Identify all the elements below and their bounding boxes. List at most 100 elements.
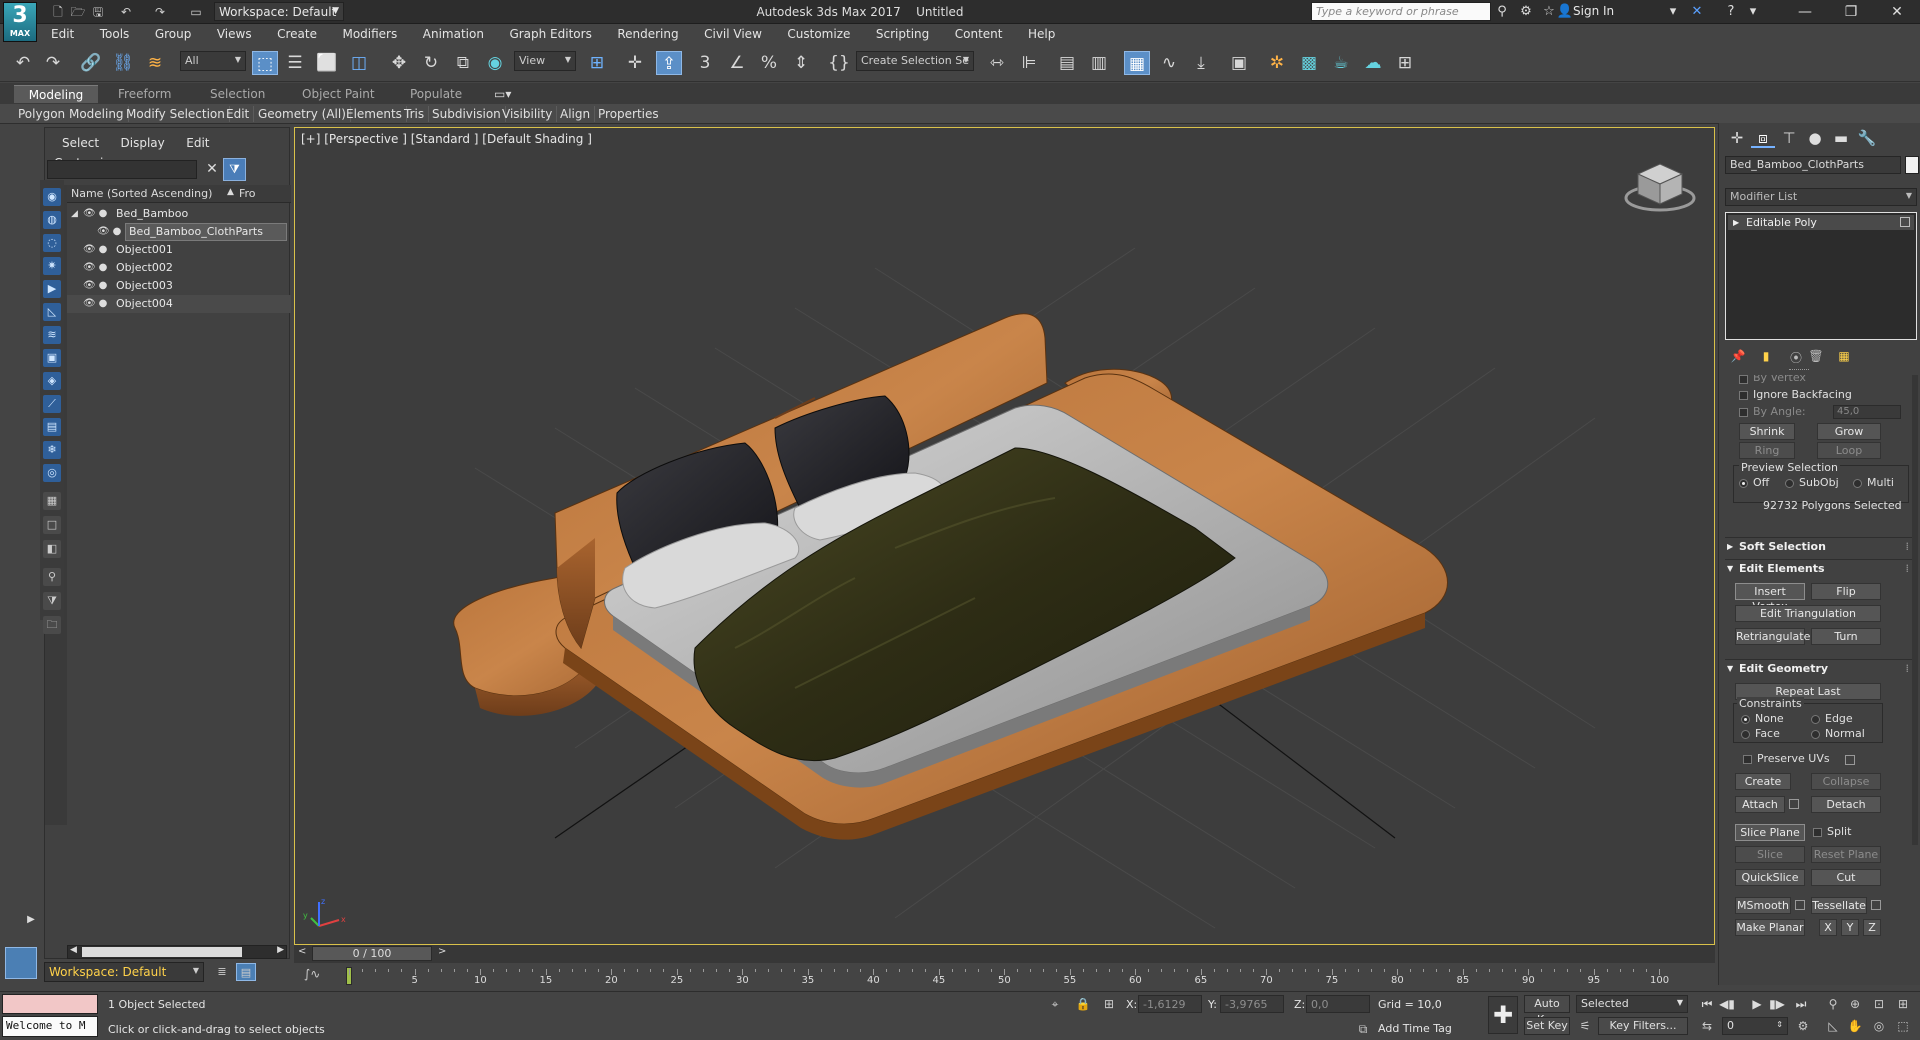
make-planar-button[interactable]: Make Planar: [1735, 919, 1805, 936]
key-mode-dropdown[interactable]: Selected ▼: [1576, 995, 1688, 1013]
maximize-viewport-icon[interactable]: ⬚: [1894, 1017, 1912, 1035]
scene-explorer-search-input[interactable]: [47, 160, 197, 179]
edit-elements-rollout[interactable]: ▼ Edit Elements ⁞: [1725, 559, 1913, 577]
previous-frame-icon[interactable]: <: [298, 946, 306, 957]
modifier-list-dropdown[interactable]: Modifier List ▼: [1725, 188, 1917, 206]
sign-in-button[interactable]: Sign In: [1573, 4, 1614, 18]
object-name-input[interactable]: Bed_Bamboo_ClothParts: [1725, 156, 1901, 174]
project-folder-icon[interactable]: ▭: [188, 4, 204, 20]
make-unique-icon[interactable]: ⦿: [1787, 349, 1805, 365]
preserve-uvs-settings-icon[interactable]: [1845, 755, 1855, 765]
place-icon[interactable]: ◉: [482, 51, 508, 75]
window-crossing-icon[interactable]: ◫: [346, 51, 372, 75]
viewcube-icon[interactable]: [1624, 158, 1696, 222]
make-planar-x-button[interactable]: X: [1819, 919, 1837, 936]
menu-customize[interactable]: Customize: [776, 24, 861, 44]
preserve-uvs-checkbox[interactable]: [1743, 755, 1752, 764]
toggle-ribbon-icon[interactable]: ▥: [1086, 51, 1112, 75]
panel-geometry-all[interactable]: Geometry (All): [254, 106, 351, 122]
track-bar[interactable]: ∫∿ 5 10 15 20 25 30 35 40 45 50 55 60 65 70 75 80 85 90 95…: [294, 963, 1715, 991]
tab-populate[interactable]: Populate: [398, 85, 474, 103]
menu-edit[interactable]: Edit: [40, 24, 85, 44]
display-tab-icon[interactable]: ▬: [1829, 128, 1853, 148]
shapes-filter-icon[interactable]: ◌: [43, 234, 61, 252]
a360-gallery-icon[interactable]: ⊞: [1392, 51, 1418, 75]
user-icon[interactable]: 👤: [1556, 4, 1574, 20]
scene-explorer-toggle-icon[interactable]: ▤: [236, 963, 256, 981]
reset-plane-button[interactable]: Reset Plane: [1811, 846, 1881, 863]
helpers-filter-icon[interactable]: ◺: [43, 303, 61, 321]
make-planar-y-button[interactable]: Y: [1841, 919, 1859, 936]
select-none-icon[interactable]: □: [43, 516, 61, 534]
tessellate-button[interactable]: Tessellate: [1811, 897, 1867, 914]
tab-object-paint[interactable]: Object Paint: [290, 85, 387, 103]
light-bulb-icon[interactable]: ●: [97, 277, 109, 295]
keyboard-shortcut-override-icon[interactable]: ⇪: [656, 51, 682, 75]
unlink-icon[interactable]: ⛓: [110, 51, 136, 75]
space-warps-filter-icon[interactable]: ≋: [43, 326, 61, 344]
ring-button[interactable]: Ring: [1739, 442, 1795, 459]
se-menu-display[interactable]: Display: [112, 133, 174, 153]
rectangle-selection-icon[interactable]: ⬜: [314, 51, 340, 75]
render-setup-icon[interactable]: ✲: [1264, 51, 1290, 75]
column-frozen[interactable]: Fro: [239, 187, 256, 200]
time-slider-thumb[interactable]: 0 / 100: [312, 946, 432, 961]
redo-icon[interactable]: ↷: [40, 51, 66, 75]
schematic-view-icon[interactable]: ⤓: [1188, 51, 1214, 75]
minimize-button[interactable]: —: [1782, 0, 1828, 24]
selection-filter-dropdown[interactable]: All ▼: [180, 51, 246, 71]
make-planar-z-button[interactable]: Z: [1863, 919, 1881, 936]
save-file-icon[interactable]: 🖫: [90, 4, 106, 20]
command-panel-scrollbar[interactable]: [1912, 375, 1918, 845]
edit-geometry-rollout[interactable]: ▼ Edit Geometry ⁞: [1725, 659, 1913, 677]
collapse-button[interactable]: Collapse: [1811, 773, 1881, 790]
find-icon[interactable]: ⚲: [43, 568, 61, 586]
tree-row-object002[interactable]: 👁 ● Object002: [67, 259, 291, 277]
edit-named-selection-icon[interactable]: {}: [826, 51, 852, 75]
lights-filter-icon[interactable]: ✷: [43, 257, 61, 275]
panel-edit[interactable]: Edit: [222, 106, 255, 122]
eye-icon[interactable]: 👁: [83, 259, 96, 277]
x-coordinate-input[interactable]: -1,6129: [1138, 995, 1202, 1013]
close-button[interactable]: ✕: [1874, 0, 1920, 24]
filter-icon[interactable]: ⧩: [223, 158, 246, 181]
eye-icon[interactable]: 👁: [83, 277, 96, 295]
maxscript-listener-mini[interactable]: [2, 994, 98, 1014]
percent-snap-icon[interactable]: %: [756, 51, 782, 75]
show-end-result-icon[interactable]: ▮: [1757, 349, 1775, 365]
light-bulb-icon[interactable]: ●: [97, 295, 109, 313]
dropdown-arrow-icon[interactable]: ▾: [1664, 4, 1682, 20]
motion-tab-icon[interactable]: ●: [1803, 128, 1827, 148]
named-selection-dropdown[interactable]: Create Selection Se ▼: [856, 51, 974, 71]
soft-selection-rollout[interactable]: ▶ Soft Selection ⁞: [1725, 537, 1913, 555]
scroll-right-icon[interactable]: ▶: [277, 945, 284, 955]
se-menu-edit[interactable]: Edit: [177, 133, 218, 153]
play-icon[interactable]: ▶: [1748, 995, 1766, 1013]
scene-explorer-icon[interactable]: ▦: [1124, 51, 1150, 75]
tree-row-object004[interactable]: 👁 ● Object004: [67, 295, 291, 313]
preview-subobj-radio[interactable]: [1785, 479, 1794, 488]
angle-snap-icon[interactable]: ∠: [724, 51, 750, 75]
clear-search-icon[interactable]: ✕: [203, 160, 221, 179]
isolate-selection-icon[interactable]: ⌖: [1046, 995, 1064, 1013]
column-name[interactable]: Name (Sorted Ascending): [71, 187, 212, 200]
menu-civil-view[interactable]: Civil View: [693, 24, 773, 44]
key-mode-toggle-icon[interactable]: ⇆: [1698, 1017, 1716, 1035]
preview-off-radio[interactable]: [1739, 479, 1748, 488]
subscription-icon[interactable]: ⚙: [1517, 4, 1535, 20]
flip-button[interactable]: Flip: [1811, 583, 1881, 600]
zoom-extents-all-icon[interactable]: ⊞: [1894, 995, 1912, 1013]
pan-view-icon[interactable]: ✋: [1846, 1017, 1864, 1035]
eye-icon[interactable]: 👁: [83, 205, 96, 223]
filter-funnel-icon[interactable]: ⧩: [43, 592, 61, 610]
attach-button[interactable]: Attach: [1735, 796, 1785, 813]
spinner-snap-icon[interactable]: ⇕: [788, 51, 814, 75]
edit-triangulation-button[interactable]: Edit Triangulation: [1735, 605, 1881, 622]
menu-group[interactable]: Group: [144, 24, 203, 44]
expand-triangle-icon[interactable]: ◢: [71, 205, 81, 223]
rollout-drag-handle[interactable]: [1789, 369, 1809, 371]
panel-modify-selection[interactable]: Modify Selection: [122, 106, 230, 122]
help-icon[interactable]: ?: [1722, 4, 1740, 20]
frozen-filter-icon[interactable]: ❄: [43, 441, 61, 459]
containers-filter-icon[interactable]: ▤: [43, 418, 61, 436]
